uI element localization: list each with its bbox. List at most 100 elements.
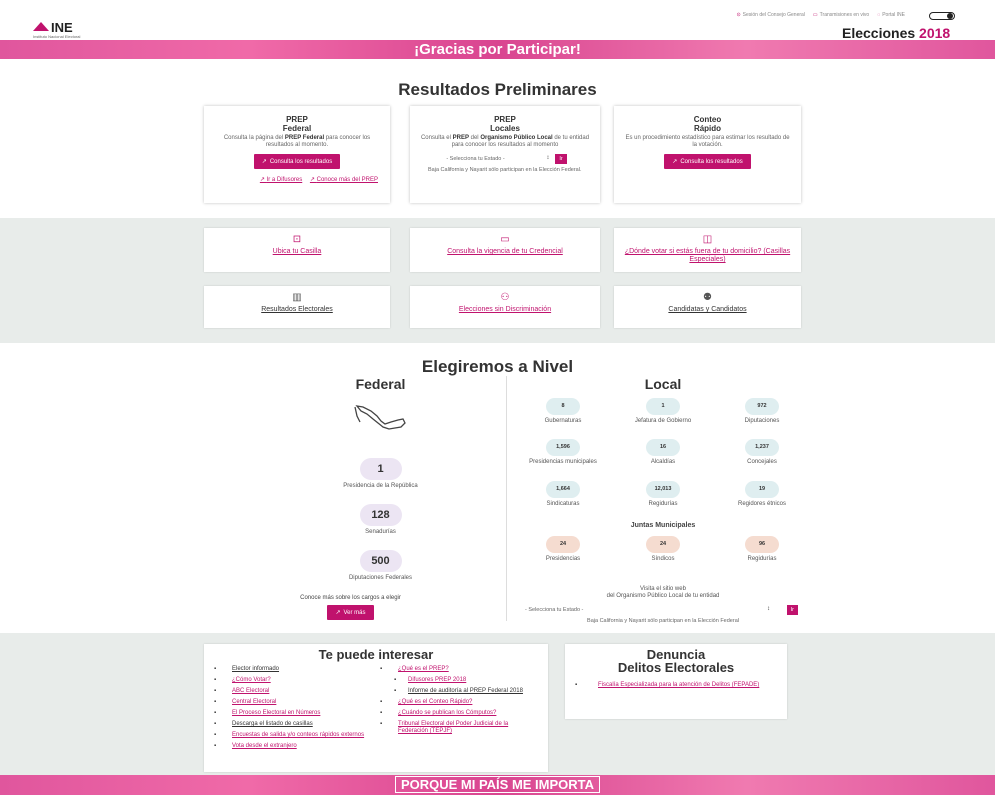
te-puede-interesar-panel: Te puede interesar Elector informado ¿Có…: [204, 644, 548, 772]
card-description: Consulta la página del PREP Federal para…: [223, 135, 371, 148]
external-link-icon: ↗: [672, 159, 678, 165]
tile-credencial[interactable]: ▭ Consulta la vigencia de tu Credencial: [410, 228, 600, 272]
special-booth-icon: ◫: [702, 234, 713, 245]
ballot-box-icon: ⊡: [292, 234, 302, 245]
logo-subtitle: Instituto Nacional Electoral: [33, 34, 81, 39]
ir-a-difusores-link[interactable]: ↗ Ir a Difusores: [260, 177, 302, 183]
list-item[interactable]: Vota desde el extranjero: [210, 743, 370, 750]
local-item: 1,237 Concejales: [722, 439, 802, 466]
list-item[interactable]: ¿Qué es el PREP?: [376, 666, 536, 673]
ver-mas-button[interactable]: ↗ Ver más: [327, 605, 374, 620]
federal-item-senadurias: 128 Senadurías: [258, 504, 503, 535]
list-item[interactable]: ¿Qué es el Conteo Rápido?: [376, 699, 536, 706]
fepade-link[interactable]: Fiscalía Especializada para la atención …: [565, 682, 787, 689]
slogan: PORQUE MI PAÍS ME IMPORTA: [394, 776, 601, 793]
tile-sin-discriminacion[interactable]: ⚇ Elecciones sin Discriminación: [410, 286, 600, 328]
conoce-mas-prep-link[interactable]: ↗ Conoce más del PREP: [310, 177, 378, 183]
top-link-transmisiones[interactable]: ▭ Transmisiones en vivo: [813, 12, 869, 18]
column-divider: [506, 376, 507, 621]
federal-item-diputaciones: 500 Diputaciones Federales: [258, 550, 503, 581]
candidates-icon: ⚉: [703, 292, 712, 303]
tile-candidatos[interactable]: ⚉ Candidatas y Candidatos: [614, 286, 801, 328]
juntas-title: Juntas Municipales: [630, 522, 696, 529]
local-item: 972 Diputaciones: [722, 398, 802, 425]
denuncia-panel: DenunciaDelitos Electorales Fiscalía Esp…: [565, 644, 787, 719]
local-column: Local 8 Gubernaturas 1 Jefatura de Gobiern…: [508, 376, 818, 624]
local-item: 8 Gubernaturas: [523, 398, 603, 425]
local-item: 16 Alcaldías: [623, 439, 703, 466]
globe-icon: ◌: [877, 12, 881, 18]
ir-button[interactable]: Ir: [555, 154, 567, 164]
count-pill: 500: [359, 550, 402, 572]
elegiremos-title: Elegiremos a Nivel: [421, 357, 574, 376]
local-item: 1,596 Presidencias municipales: [523, 439, 603, 466]
list-item[interactable]: Encuestas de salida y/o conteos rápidos …: [210, 732, 370, 739]
local-select-row: - Selecciona tu Estado - Ir: [522, 605, 798, 615]
consulta-resultados-conteo-button[interactable]: ↗ Consulta los resultados: [664, 154, 751, 169]
juntas-item: 24 Presidencias: [523, 536, 603, 563]
card-links: ↗ Ir a Difusores ↗ Conoce más del PREP: [204, 177, 390, 184]
estado-note: Baja California y Nayarit sólo participa…: [428, 167, 582, 173]
juntas-item: 96 Regidurías: [722, 536, 802, 563]
card-conteo-rapido: Conteo Rápido Es un procedimiento estadís…: [614, 106, 801, 203]
card-description: Consulta el PREP del Organismo Público L…: [420, 135, 590, 148]
card-title: PREP Locales: [490, 115, 520, 133]
bar-chart-icon: ▥: [292, 292, 302, 303]
thanks-banner: ¡Gracias por Participar!: [0, 40, 995, 59]
list-item[interactable]: Elector informado: [210, 666, 370, 673]
count-pill: 128: [359, 504, 402, 526]
interesar-title: Te puede interesar: [318, 647, 434, 662]
top-link-sesion[interactable]: ⊙ Sesión del Consejo General: [736, 12, 804, 18]
estado-select[interactable]: - Selecciona tu Estado -: [443, 154, 551, 164]
external-link-icon: ↗: [261, 159, 267, 165]
card-title: Conteo Rápido: [693, 115, 722, 133]
list-item[interactable]: Difusores PREP 2018: [376, 677, 536, 684]
card-prep-locales: PREP Locales Consulta el PREP del Organis…: [410, 106, 600, 203]
local-item: 1 Jefatura de Gobierno: [623, 398, 703, 425]
top-link-portal[interactable]: ◌ Portal INE: [877, 12, 905, 18]
ine-logo[interactable]: INE Instituto Nacional Electoral: [33, 20, 123, 39]
count-label: Senadurías: [365, 529, 396, 535]
external-link-icon: ↗: [335, 610, 341, 616]
federal-item-presidencia: 1 Presidencia de la República: [258, 458, 503, 489]
local-note: Baja California y Nayarit sólo participa…: [587, 618, 739, 624]
tile-ubica-casilla[interactable]: ⊡ Ubica tu Casilla: [204, 228, 390, 272]
list-item[interactable]: El Proceso Electoral en Números: [210, 710, 370, 717]
card-description: Es un procedimiento estadístico para est…: [625, 135, 790, 148]
tile-resultados-electorales[interactable]: ▥ Resultados Electorales: [204, 286, 390, 328]
list-item[interactable]: ABC Electoral: [210, 688, 370, 695]
interesar-left-list: Elector informado ¿Cómo Votar? ABC Elect…: [210, 666, 370, 754]
interesar-right-list: ¿Qué es el PREP? Difusores PREP 2018 Inf…: [376, 666, 536, 739]
list-item[interactable]: ¿Cuándo se publican los Cómputos?: [376, 710, 536, 717]
local-item: 19 Regidores étnicos: [722, 481, 802, 508]
tile-casillas-especiales[interactable]: ◫ ¿Dónde votar si estás fuera de tu domi…: [614, 228, 801, 272]
broadcast-icon: ⊙: [736, 12, 741, 18]
bottom-banner: PORQUE MI PAÍS ME IMPORTA: [0, 775, 995, 795]
count-label: Diputaciones Federales: [348, 575, 413, 581]
contrast-toggle[interactable]: [929, 12, 955, 20]
list-item[interactable]: Tribunal Electoral del Poder Judicial de…: [376, 721, 536, 735]
screen-icon: ▭: [812, 12, 818, 18]
ine-logo-mark-icon: [33, 22, 49, 31]
top-links: ⊙ Sesión del Consejo General ▭ Transmision…: [736, 12, 905, 18]
list-item[interactable]: ¿Cómo Votar?: [210, 677, 370, 684]
list-item[interactable]: Descarga el listado de casillas: [210, 721, 370, 728]
juntas-item: 24 Síndicos: [623, 536, 703, 563]
elecciones-heading: Elecciones 2018: [842, 25, 951, 41]
list-item[interactable]: Informe de auditoría al PREP Federal 201…: [376, 688, 536, 695]
card-prep-federal: PREP Federal Consulta la página del PREP …: [204, 106, 390, 203]
quick-links-band: ⊡ Ubica tu Casilla ▭ Consulta la vigenci…: [0, 218, 995, 343]
consulta-resultados-federal-button[interactable]: ↗ Consulta los resultados: [253, 154, 341, 169]
federal-title: Federal: [355, 376, 406, 392]
card-title: PREP Federal: [282, 115, 312, 133]
resultados-title: Resultados Preliminares: [398, 80, 597, 99]
local-estado-select[interactable]: - Selecciona tu Estado -: [522, 605, 772, 615]
top-header: INE Instituto Nacional Electoral ⊙ Sesión…: [0, 0, 995, 41]
denuncia-list: Fiscalía Especializada para la atención …: [565, 682, 787, 689]
list-item[interactable]: Central Electoral: [210, 699, 370, 706]
federal-column: Federal 1 Presidencia de la República 12…: [258, 376, 503, 581]
local-ir-button[interactable]: Ir: [786, 605, 798, 615]
id-card-icon: ▭: [500, 234, 510, 245]
logo-text: INE: [51, 20, 73, 35]
denuncia-title: Denuncia Delitos Electorales: [617, 647, 735, 675]
